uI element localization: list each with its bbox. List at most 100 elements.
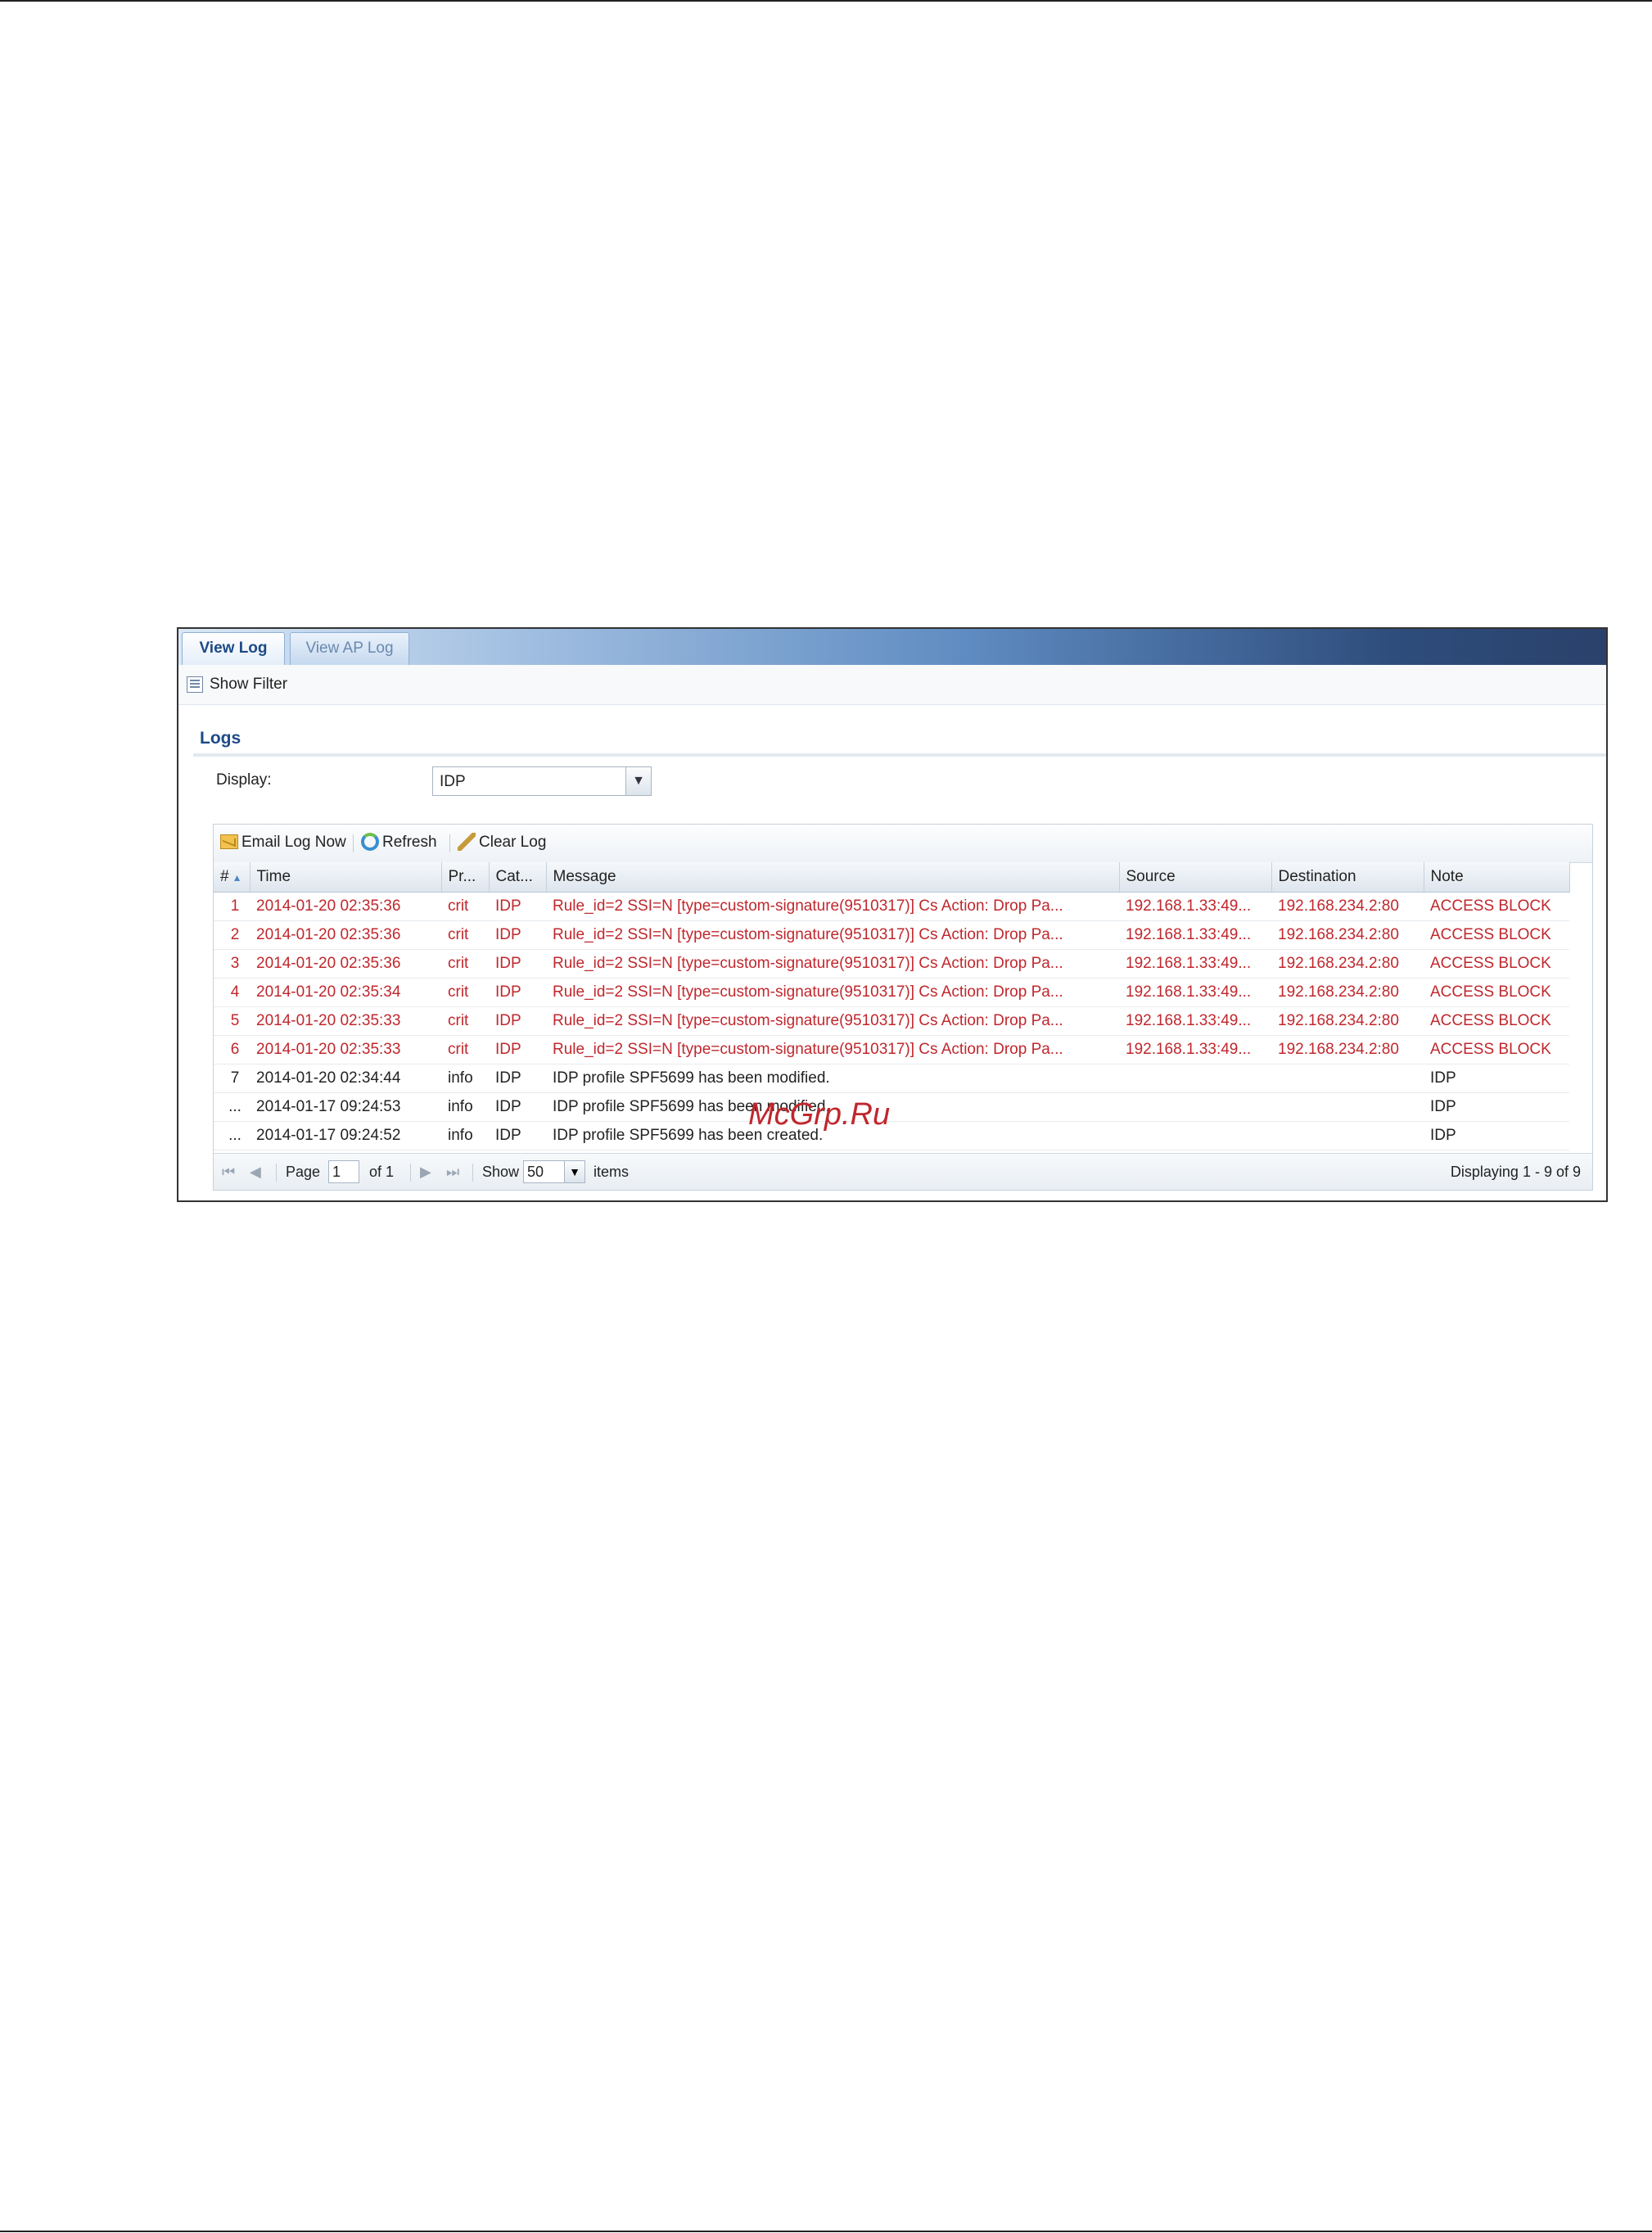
cell-number: ...: [214, 1092, 250, 1122]
page-bottom-rule: [0, 2231, 1652, 2232]
column-header-number[interactable]: # ▲: [214, 862, 251, 893]
last-page-icon[interactable]: ⏭: [446, 1162, 459, 1182]
cell-priority: info: [441, 1121, 489, 1150]
pagination-bar: ⏮ ◀ Page 1 of 1 ▶ ⏭ Show 50 ▼ items Disp…: [214, 1153, 1592, 1190]
cell-category: IDP: [489, 892, 546, 921]
table-row[interactable]: 6 2014-01-20 02:35:33 crit IDP Rule_id=2…: [214, 1035, 1569, 1065]
cell-category: IDP: [489, 1035, 546, 1065]
table-row[interactable]: 7 2014-01-20 02:34:44 info IDP IDP profi…: [214, 1064, 1569, 1093]
cell-destination: 192.168.234.2:80: [1271, 892, 1424, 921]
cell-destination: [1271, 1064, 1424, 1093]
show-label: Show: [482, 1164, 520, 1180]
cell-number: 6: [214, 1035, 250, 1065]
table-row[interactable]: ... 2014-01-17 09:24:53 info IDP IDP pro…: [214, 1092, 1569, 1122]
cell-source: 192.168.1.33:49...: [1119, 920, 1271, 950]
email-log-now-button[interactable]: Email Log Now: [220, 831, 346, 854]
filter-list-icon[interactable]: [187, 676, 203, 693]
cell-priority: crit: [441, 1006, 489, 1036]
column-header-message[interactable]: Message: [546, 862, 1120, 893]
page-count-label: of 1: [369, 1164, 395, 1180]
cell-destination: 192.168.234.2:80: [1271, 949, 1424, 979]
cell-priority: crit: [441, 892, 489, 921]
table-row[interactable]: 5 2014-01-20 02:35:33 crit IDP Rule_id=2…: [214, 1006, 1569, 1036]
cell-destination: 192.168.234.2:80: [1271, 920, 1424, 950]
cell-note: ACCESS BLOCK: [1424, 1035, 1569, 1065]
cell-source: [1119, 1121, 1271, 1150]
cell-note: ACCESS BLOCK: [1424, 1006, 1569, 1036]
column-header-priority[interactable]: Pr...: [441, 862, 490, 893]
cell-time: 2014-01-20 02:35:34: [250, 978, 441, 1007]
cell-time: 2014-01-20 02:35:33: [250, 1035, 441, 1065]
table-row[interactable]: 3 2014-01-20 02:35:36 crit IDP Rule_id=2…: [214, 949, 1569, 979]
first-page-icon[interactable]: ⏮: [222, 1162, 235, 1182]
cell-destination: [1271, 1121, 1424, 1150]
cell-source: 192.168.1.33:49...: [1119, 978, 1271, 1007]
column-header-source[interactable]: Source: [1119, 862, 1272, 893]
cell-destination: 192.168.234.2:80: [1271, 1035, 1424, 1065]
display-select-value: IDP: [440, 773, 466, 790]
cell-time: 2014-01-20 02:35:36: [250, 920, 441, 950]
table-header: # ▲ Time Pr... Cat... Message Source Dest…: [214, 862, 1570, 893]
cell-source: 192.168.1.33:49...: [1119, 892, 1271, 921]
email-log-now-label: Email Log Now: [241, 834, 346, 851]
broom-icon: [458, 833, 476, 851]
cell-time: 2014-01-20 02:35:33: [250, 1006, 441, 1036]
refresh-label: Refresh: [382, 834, 437, 851]
display-label: Display:: [216, 771, 272, 789]
display-select[interactable]: IDP ▼: [432, 766, 652, 796]
items-label: items: [594, 1164, 630, 1180]
table-row[interactable]: 4 2014-01-20 02:35:34 crit IDP Rule_id=2…: [214, 978, 1569, 1007]
cell-message: Rule_id=2 SSI=N [type=custom-signature(9…: [546, 892, 1119, 921]
column-header-category[interactable]: Cat...: [489, 862, 547, 893]
cell-note: IDP: [1424, 1092, 1569, 1122]
tab-view-ap-log[interactable]: View AP Log: [290, 632, 409, 665]
items-per-page-select[interactable]: 50: [523, 1160, 569, 1183]
watermark: McGrp.Ru: [748, 1097, 891, 1132]
cell-time: 2014-01-20 02:35:36: [250, 892, 441, 921]
table-row[interactable]: 1 2014-01-20 02:35:36 crit IDP Rule_id=2…: [214, 892, 1569, 921]
pager-separator: [472, 1164, 473, 1182]
clear-log-button[interactable]: Clear Log: [458, 831, 546, 854]
page-number-input[interactable]: 1: [328, 1160, 359, 1183]
cell-time: 2014-01-17 09:24:53: [250, 1092, 441, 1122]
cell-note: ACCESS BLOCK: [1424, 920, 1569, 950]
tab-view-log[interactable]: View Log: [182, 632, 285, 665]
column-header-time[interactable]: Time: [250, 862, 442, 893]
displaying-status: Displaying 1 - 9 of 9: [1450, 1164, 1581, 1180]
cell-message: Rule_id=2 SSI=N [type=custom-signature(9…: [546, 949, 1119, 979]
logs-section-title: Logs: [200, 729, 241, 748]
clear-log-label: Clear Log: [479, 834, 547, 851]
table-row[interactable]: ... 2014-01-17 09:24:52 info IDP IDP pro…: [214, 1121, 1569, 1150]
cell-category: IDP: [489, 1006, 546, 1036]
column-header-destination[interactable]: Destination: [1271, 862, 1424, 893]
show-filter-link[interactable]: Show Filter: [210, 676, 287, 694]
previous-page-icon[interactable]: ◀: [250, 1162, 261, 1182]
page-label: Page: [286, 1164, 321, 1180]
cell-destination: [1271, 1092, 1424, 1122]
cell-priority: info: [441, 1064, 489, 1093]
cell-time: 2014-01-20 02:34:44: [250, 1064, 441, 1093]
cell-priority: crit: [441, 920, 489, 950]
column-header-note[interactable]: Note: [1424, 862, 1570, 893]
chevron-down-icon[interactable]: ▼: [564, 1160, 585, 1183]
pager-separator: [276, 1164, 277, 1182]
cell-destination: 192.168.234.2:80: [1271, 1006, 1424, 1036]
sort-ascending-icon: ▲: [232, 872, 242, 884]
cell-priority: crit: [441, 978, 489, 1007]
envelope-icon: [220, 834, 238, 849]
pager-separator: [410, 1164, 411, 1182]
cell-source: 192.168.1.33:49...: [1119, 1006, 1271, 1036]
cell-priority: info: [441, 1092, 489, 1122]
cell-priority: crit: [441, 949, 489, 979]
filter-bar: Show Filter: [178, 665, 1606, 705]
chevron-down-icon[interactable]: ▼: [625, 767, 651, 795]
cell-time: 2014-01-17 09:24:52: [250, 1121, 441, 1150]
next-page-icon[interactable]: ▶: [420, 1162, 431, 1182]
cell-message: Rule_id=2 SSI=N [type=custom-signature(9…: [546, 920, 1119, 950]
cell-category: IDP: [489, 949, 546, 979]
refresh-button[interactable]: Refresh: [361, 831, 437, 854]
cell-message: IDP profile SPF5699 has been modified.: [546, 1064, 1119, 1093]
log-table: # ▲ Time Pr... Cat... Message Source Dest…: [214, 862, 1570, 1150]
section-divider: [193, 753, 1606, 757]
table-row[interactable]: 2 2014-01-20 02:35:36 crit IDP Rule_id=2…: [214, 920, 1569, 950]
